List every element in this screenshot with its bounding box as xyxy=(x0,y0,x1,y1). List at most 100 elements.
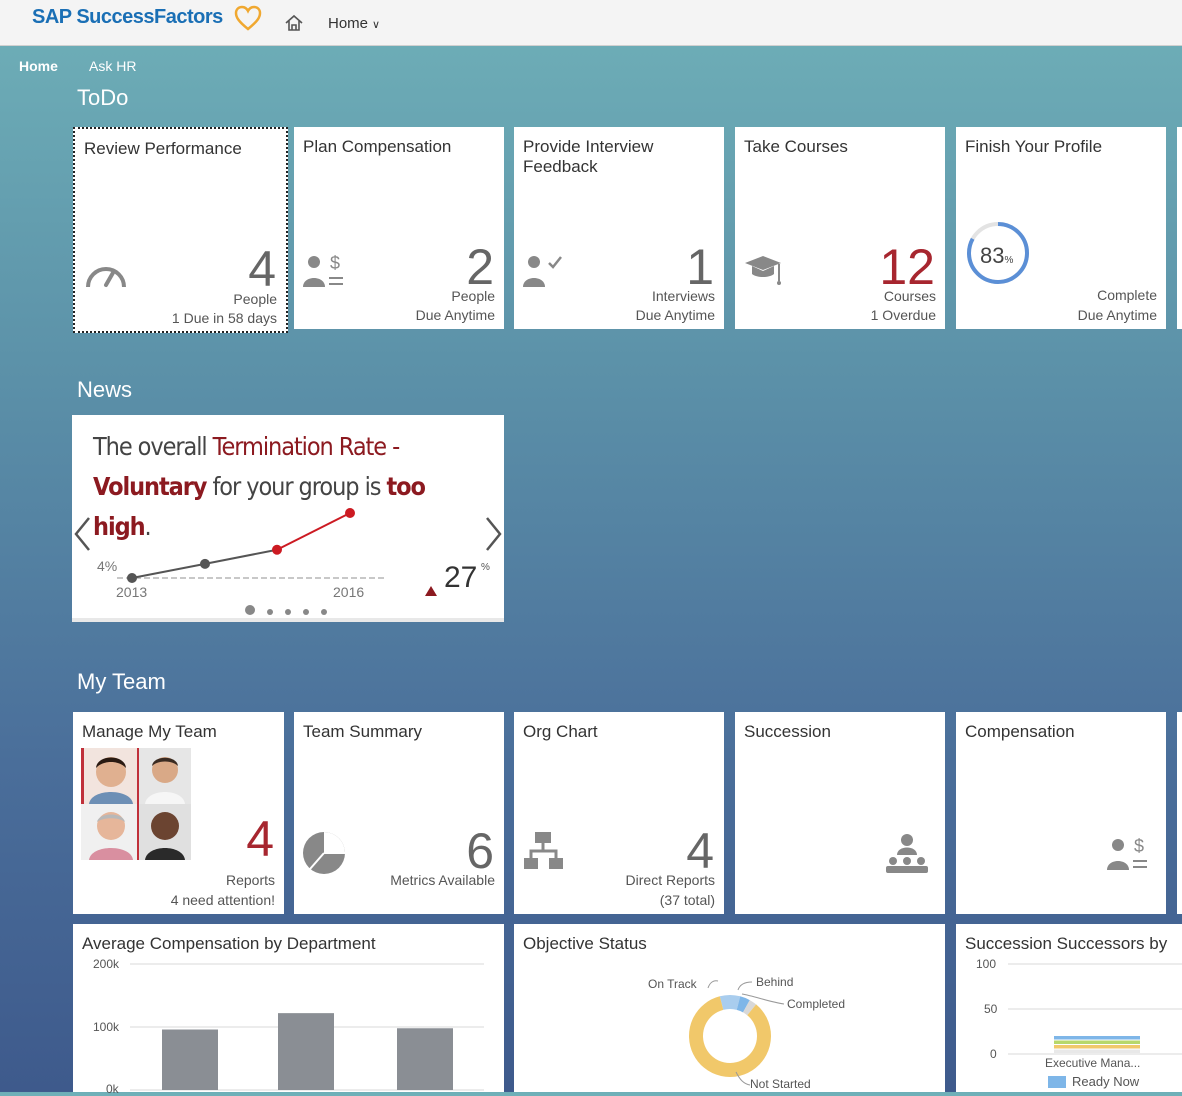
tile-title: Org Chart xyxy=(523,722,598,741)
tile-provide-interview-feedback[interactable]: Provide Interview Feedback 1 Interviews … xyxy=(514,127,724,329)
tile-take-courses[interactable]: Take Courses 12 Courses 1 Overdue xyxy=(735,127,945,329)
tile-overflow-edge xyxy=(1177,127,1182,329)
bar xyxy=(278,1013,334,1090)
news-chart-x-end: 2016 xyxy=(333,584,365,600)
tile-status: 1 Overdue xyxy=(870,307,936,323)
series-line xyxy=(276,512,351,551)
news-section-title: News xyxy=(77,377,133,402)
svg-text:$: $ xyxy=(1134,836,1144,856)
profile-percent: 83% xyxy=(980,243,1013,269)
bar xyxy=(162,1029,218,1090)
subnav-home[interactable]: Home xyxy=(19,58,58,74)
carousel-dot[interactable] xyxy=(321,609,327,615)
x-category-label: Executive Mana... xyxy=(1045,1056,1141,1070)
tile-status: Due Anytime xyxy=(1077,307,1157,323)
bar-segment xyxy=(1054,1036,1140,1040)
news-card[interactable]: The overall Termination Rate - Voluntary… xyxy=(72,415,504,622)
svg-text:$: $ xyxy=(330,253,340,273)
tile-title: Succession xyxy=(744,722,831,741)
legend-label: Ready Now xyxy=(1072,1074,1140,1089)
leader-line xyxy=(707,980,719,989)
subnav-ask-hr[interactable]: Ask HR xyxy=(89,58,136,74)
tile-manage-my-team[interactable]: Manage My Team 4 Reports 4 need attentio… xyxy=(73,712,284,914)
tile-count: 6 xyxy=(466,823,494,879)
tile-sub-label: Interviews xyxy=(651,288,715,304)
headline-highlight: Termination Rate - xyxy=(212,432,401,461)
home-menu[interactable]: Home ∨ xyxy=(328,15,380,32)
tile-title: Review Performance xyxy=(84,139,242,158)
tile-title: Provide Interview Feedback xyxy=(523,137,654,176)
tile-status: Due Anytime xyxy=(415,307,495,323)
org-chart-icon xyxy=(524,832,563,869)
tile-status: (37 total) xyxy=(659,892,715,908)
carousel-dot[interactable] xyxy=(245,605,255,615)
donut-label: On Track xyxy=(648,977,697,991)
legend-swatch xyxy=(1048,1076,1066,1088)
team-section-title: My Team xyxy=(77,669,166,694)
app-logo[interactable]: SAP SuccessFactors xyxy=(32,6,223,29)
tile-status: Due Anytime xyxy=(635,307,715,323)
speedometer-icon xyxy=(86,267,126,288)
donut-slice xyxy=(742,1000,757,1016)
carousel-dot[interactable] xyxy=(303,609,309,615)
tile-review-performance[interactable]: Review Performance 4 People 1 Due in 58 … xyxy=(73,127,288,333)
headline-text: The overall xyxy=(93,432,213,461)
tile-count: 4 xyxy=(686,823,714,879)
data-point xyxy=(200,558,210,569)
tile-sub-label: People xyxy=(233,291,277,307)
tile-title: Take Courses xyxy=(744,137,848,156)
bar-segment xyxy=(1054,1045,1140,1049)
team-avatars xyxy=(81,748,191,860)
news-value-unit: % xyxy=(481,562,490,573)
person-dollar-icon: $ xyxy=(303,253,343,287)
series-line xyxy=(204,548,278,565)
tile-team-summary[interactable]: Team Summary 6 Metrics Available xyxy=(294,712,504,914)
tile-finish-your-profile[interactable]: Finish Your Profile 83% Complete Due Any… xyxy=(956,127,1166,329)
profile-percent-value: 83 xyxy=(980,243,1005,268)
bar-segment xyxy=(1054,1049,1140,1053)
bar-segment xyxy=(1054,1040,1140,1044)
avatar xyxy=(81,748,191,860)
carousel-dot[interactable] xyxy=(267,609,273,615)
person-check-icon xyxy=(523,256,562,287)
headline-text: for your group is xyxy=(206,472,387,501)
tile-org-chart[interactable]: Org Chart 4 Direct Reports (37 total) xyxy=(514,712,724,914)
carousel-dot[interactable] xyxy=(285,609,291,615)
heart-icon xyxy=(234,5,262,31)
top-bar: SAP SuccessFactors Home ∨ xyxy=(0,0,1182,46)
leader-line xyxy=(737,981,753,991)
tile-title: Plan Compensation xyxy=(303,137,452,156)
tile-objective-status[interactable]: Objective Status On Track Behind Complet… xyxy=(514,924,945,1092)
tile-count: 4 xyxy=(248,241,276,297)
chevron-left-icon[interactable] xyxy=(72,515,92,553)
tile-title: Team Summary xyxy=(303,722,423,741)
tile-compensation[interactable]: Compensation $ xyxy=(956,712,1166,914)
tile-average-compensation[interactable]: Average Compensation by Department 200k … xyxy=(73,924,504,1096)
tile-sub-label: Reports xyxy=(225,872,275,888)
tile-overflow-edge xyxy=(1177,712,1182,914)
chevron-right-icon[interactable] xyxy=(484,515,504,553)
series-line xyxy=(131,562,206,579)
graduation-cap-icon xyxy=(745,256,781,285)
tile-status: 1 Due in 58 days xyxy=(171,310,277,326)
news-chart-x-start: 2013 xyxy=(116,584,148,600)
tile-succession-successors[interactable]: Succession Successors by 100 50 0 Execut… xyxy=(956,924,1182,1092)
headline-highlight: Voluntary xyxy=(93,472,207,501)
home-icon[interactable] xyxy=(284,13,304,33)
donut-slice xyxy=(689,996,771,1077)
tile-count: 2 xyxy=(466,239,494,295)
tile-count: 1 xyxy=(686,239,714,295)
person-dollar-icon: $ xyxy=(1107,836,1147,870)
todo-section-title: ToDo xyxy=(77,85,129,110)
tile-sub-label: Complete xyxy=(1097,287,1157,303)
tile-succession[interactable]: Succession xyxy=(735,712,945,914)
tile-sub-label: Metrics Available xyxy=(390,872,495,888)
tile-plan-compensation[interactable]: Plan Compensation $ 2 People Due Anytime xyxy=(294,127,504,329)
data-point xyxy=(127,573,137,583)
tile-count: 4 xyxy=(246,811,274,867)
tile-title: Manage My Team xyxy=(82,722,217,741)
bar xyxy=(397,1028,453,1090)
profile-percent-sign: % xyxy=(1004,255,1014,266)
triangle-up-icon xyxy=(425,586,437,596)
objective-donut-chart xyxy=(689,980,785,1086)
